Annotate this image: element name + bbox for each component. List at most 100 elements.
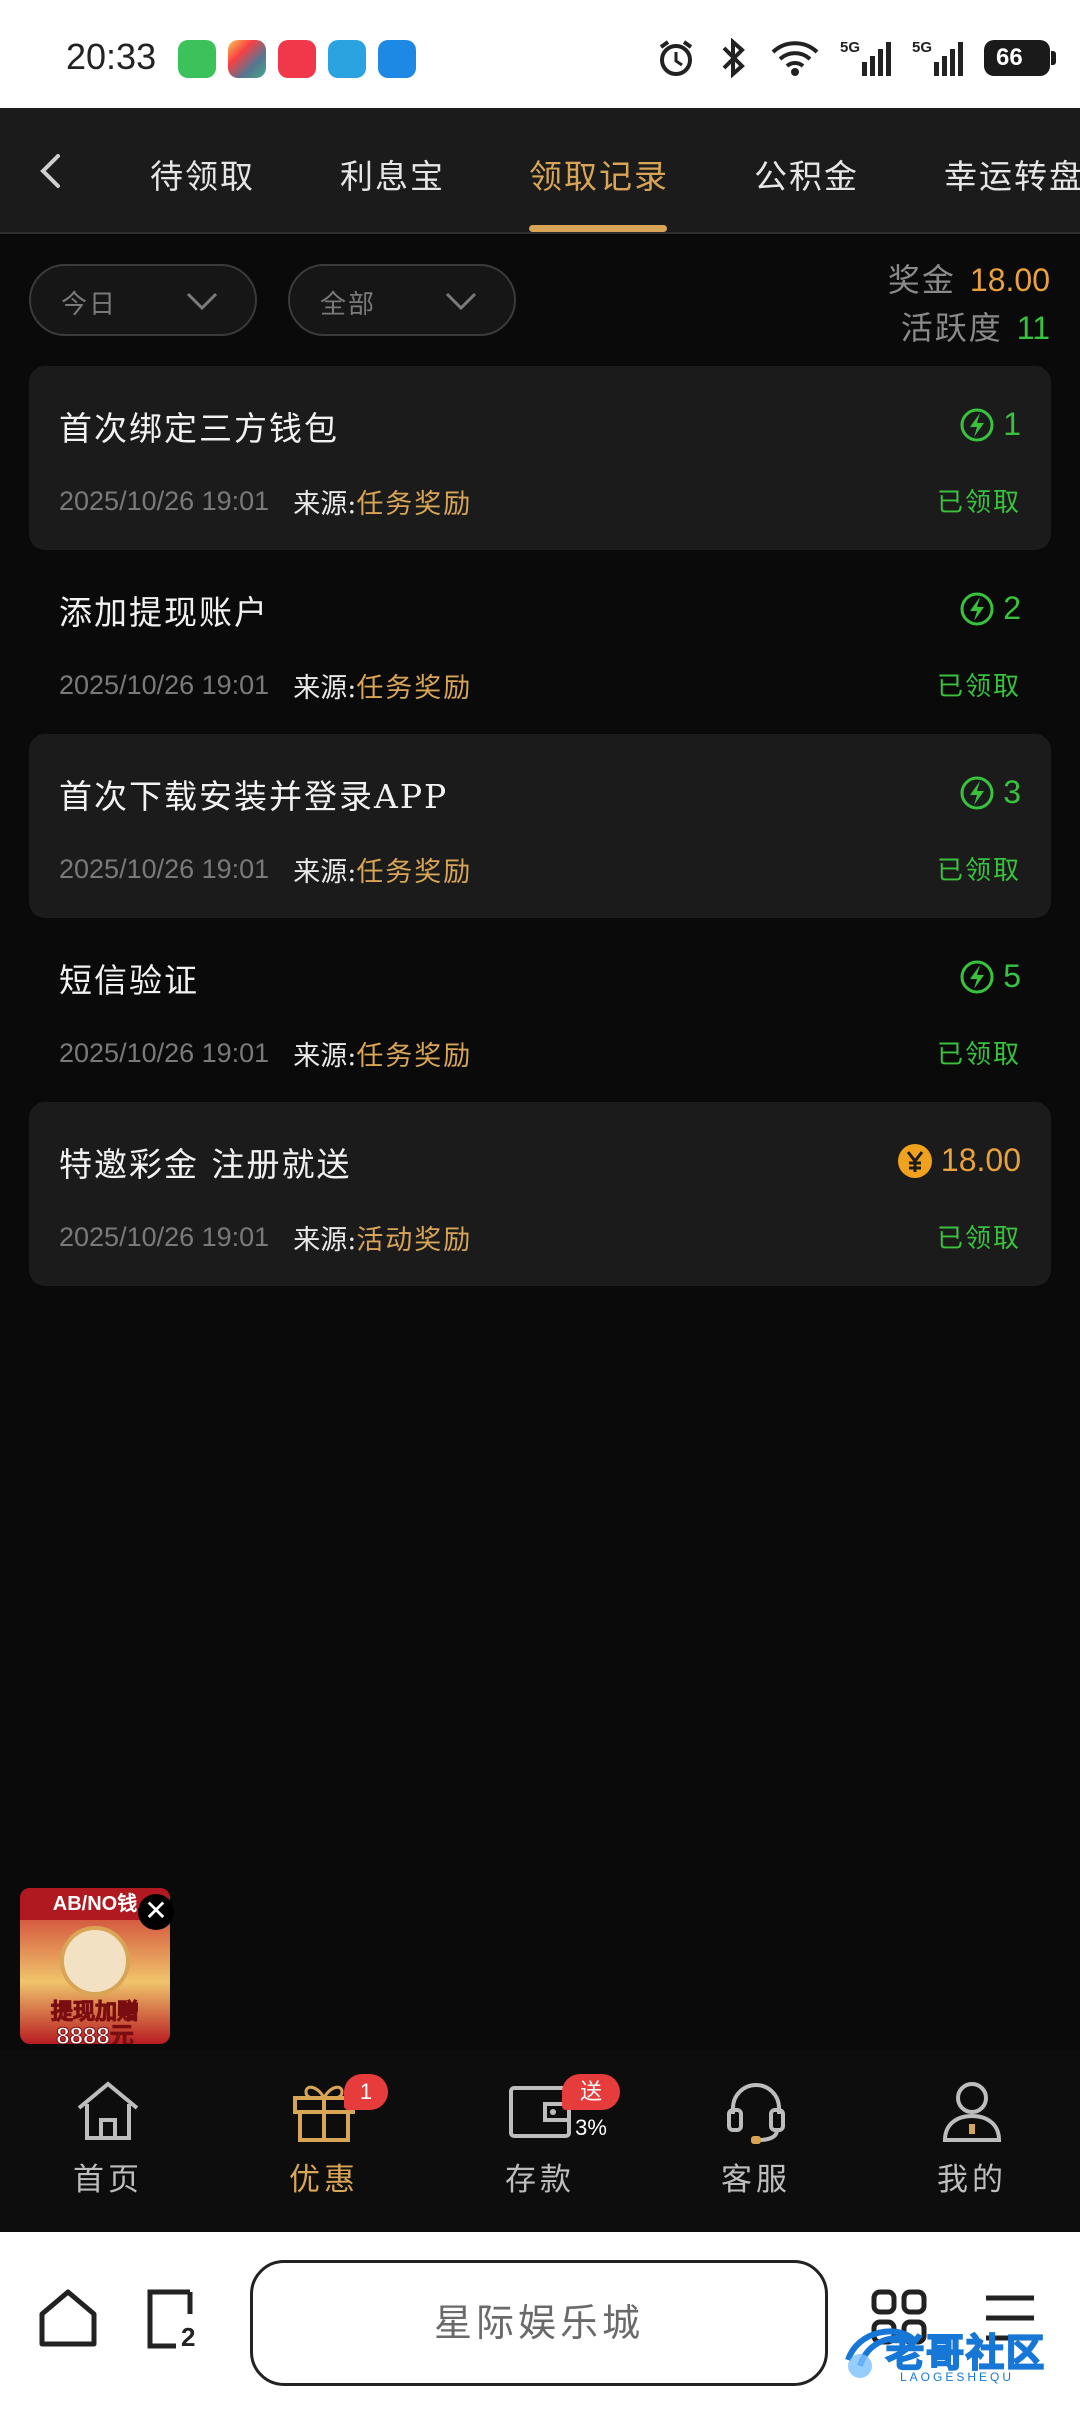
promo-amount: 8888元 — [56, 2023, 134, 2045]
record-status: 已领取 — [936, 856, 1021, 886]
record-card: 短信验证 2025/10/26 19:01 来源: 任务奖励 5 已领取 — [29, 918, 1051, 1102]
record-time: 2025/10/26 19:01 — [59, 854, 270, 884]
lightning-icon — [960, 776, 994, 809]
music-app-icon — [278, 40, 316, 78]
record-time: 2025/10/26 19:01 — [59, 1222, 270, 1252]
lightning-icon — [960, 960, 994, 993]
lightning-icon — [960, 408, 994, 441]
deposit-bonus-badge: 送3% — [562, 2074, 620, 2140]
nav-support[interactable]: 客服 — [676, 2078, 836, 2228]
status-time: 20:33 — [66, 36, 157, 77]
messages-app-icon — [178, 40, 216, 78]
browser-home-icon[interactable] — [36, 2286, 100, 2350]
record-meta: 2025/10/26 19:01 来源: 任务奖励 — [59, 1034, 472, 1073]
browser-tabs-icon[interactable]: 2 — [146, 2288, 208, 2350]
notification-icons — [178, 40, 416, 78]
close-icon[interactable]: ✕ — [138, 1894, 174, 1930]
record-meta: 2025/10/26 19:01 来源: 任务奖励 — [59, 666, 472, 705]
type-filter-value: 全部 — [320, 290, 377, 320]
yuan-coin-icon — [897, 1143, 932, 1178]
bluetooth-icon — [722, 38, 745, 78]
chevron-down-icon — [445, 292, 477, 311]
promo-mascot-image — [60, 1926, 130, 1996]
activity-value: 11 — [1016, 310, 1050, 346]
bonus-summary: 奖金 18.00 — [888, 256, 1050, 304]
record-source-label: 来源: — [293, 1225, 357, 1256]
nav-deposit[interactable]: 存款 送3% — [460, 2074, 620, 2228]
tab-pending[interactable]: 待领取 — [150, 150, 255, 198]
record-time: 2025/10/26 19:01 — [59, 486, 270, 516]
record-reward-value: 5 — [1003, 958, 1021, 994]
chevron-down-icon — [186, 292, 218, 311]
user-icon — [942, 2082, 1002, 2142]
bonus-label: 奖金 — [887, 261, 956, 299]
activity-summary: 活跃度 11 — [888, 304, 1050, 352]
record-title: 特邀彩金 注册就送 — [59, 1145, 352, 1184]
record-reward: 1 — [959, 406, 1021, 443]
record-title: 短信验证 — [59, 961, 199, 1000]
record-time: 2025/10/26 19:01 — [59, 1038, 270, 1068]
nav-home-label: 首页 — [73, 2162, 143, 2198]
svg-text:5G: 5G — [912, 39, 932, 56]
record-source: 任务奖励 — [356, 673, 473, 704]
record-reward-value: 2 — [1003, 590, 1021, 626]
bottom-nav: 首页 优惠 1 存款 送3% 客服 我的 — [0, 2050, 1080, 2232]
record-source: 任务奖励 — [356, 857, 473, 888]
active-tab-indicator — [529, 225, 667, 232]
wifi-icon — [771, 41, 819, 76]
record-meta: 2025/10/26 19:01 来源: 活动奖励 — [59, 1218, 472, 1257]
record-status: 已领取 — [936, 488, 1021, 518]
date-filter-dropdown[interactable]: 今日 — [29, 264, 257, 336]
battery-indicator: 66 — [984, 40, 1056, 76]
record-card: 首次下载安装并登录APP 2025/10/26 19:01 来源: 任务奖励 3… — [29, 734, 1051, 918]
record-reward: 2 — [959, 590, 1021, 627]
record-reward-value: 3 — [1003, 774, 1021, 810]
back-icon[interactable] — [26, 146, 76, 196]
record-card: 特邀彩金 注册就送 2025/10/26 19:01 来源: 活动奖励 18.0… — [29, 1102, 1051, 1286]
record-reward-value: 1 — [1003, 406, 1021, 442]
nav-promotions-label: 优惠 — [289, 2162, 359, 2198]
system-icons: 5G 5G 66 — [656, 38, 1056, 78]
nav-promotions[interactable]: 优惠 1 — [244, 2074, 404, 2228]
bonus-value: 18.00 — [969, 262, 1050, 298]
home-icon — [77, 2081, 139, 2140]
nav-home[interactable]: 首页 — [28, 2078, 188, 2228]
record-source: 任务奖励 — [356, 489, 473, 520]
browser-page-title[interactable]: 星际娱乐城 — [250, 2260, 828, 2386]
signal-icon-2: 5G — [912, 39, 963, 76]
nav-profile-label: 我的 — [937, 2162, 1007, 2198]
record-title: 首次下载安装并登录APP — [59, 777, 449, 816]
record-title: 首次绑定三方钱包 — [59, 409, 339, 448]
summary-panel: 奖金 18.00 活跃度 11 — [888, 256, 1050, 352]
record-reward: 5 — [959, 958, 1021, 995]
tab-interest[interactable]: 利息宝 — [340, 150, 445, 198]
tab-provident-fund[interactable]: 公积金 — [754, 150, 859, 198]
nav-support-label: 客服 — [721, 2162, 791, 2198]
type-filter-dropdown[interactable]: 全部 — [288, 264, 516, 336]
promotions-count-badge: 1 — [344, 2074, 388, 2110]
date-filter-value: 今日 — [61, 290, 118, 320]
svg-text:5G: 5G — [840, 39, 860, 56]
status-bar: 20:33 5G 5G 66 — [0, 0, 1080, 108]
record-source-label: 来源: — [293, 489, 357, 520]
browser-app-icon — [378, 40, 416, 78]
record-card: 添加提现账户 2025/10/26 19:01 来源: 任务奖励 2 已领取 — [29, 550, 1051, 734]
record-card: 首次绑定三方钱包 2025/10/26 19:01 来源: 任务奖励 1 已领取 — [29, 366, 1051, 550]
record-source: 任务奖励 — [356, 1041, 473, 1072]
telegram-app-icon — [328, 40, 366, 78]
nav-deposit-label: 存款 — [505, 2162, 575, 2198]
record-source-label: 来源: — [293, 1041, 357, 1072]
activity-label: 活跃度 — [900, 309, 1003, 347]
tab-claim-records[interactable]: 领取记录 — [529, 150, 669, 198]
record-time: 2025/10/26 19:01 — [59, 670, 270, 700]
record-status: 已领取 — [936, 672, 1021, 702]
record-meta: 2025/10/26 19:01 来源: 任务奖励 — [59, 482, 472, 521]
photos-app-icon — [228, 40, 266, 78]
record-meta: 2025/10/26 19:01 来源: 任务奖励 — [59, 850, 472, 889]
svg-text:2: 2 — [181, 2322, 195, 2350]
watermark-subtext: LAOGESHEQU — [900, 2370, 1015, 2384]
lightning-icon — [960, 592, 994, 625]
nav-profile[interactable]: 我的 — [892, 2078, 1052, 2228]
tab-bar: 待领取 利息宝 领取记录 公积金 幸运转盘 — [0, 108, 1080, 234]
tab-lucky-wheel[interactable]: 幸运转盘 — [944, 150, 1080, 198]
